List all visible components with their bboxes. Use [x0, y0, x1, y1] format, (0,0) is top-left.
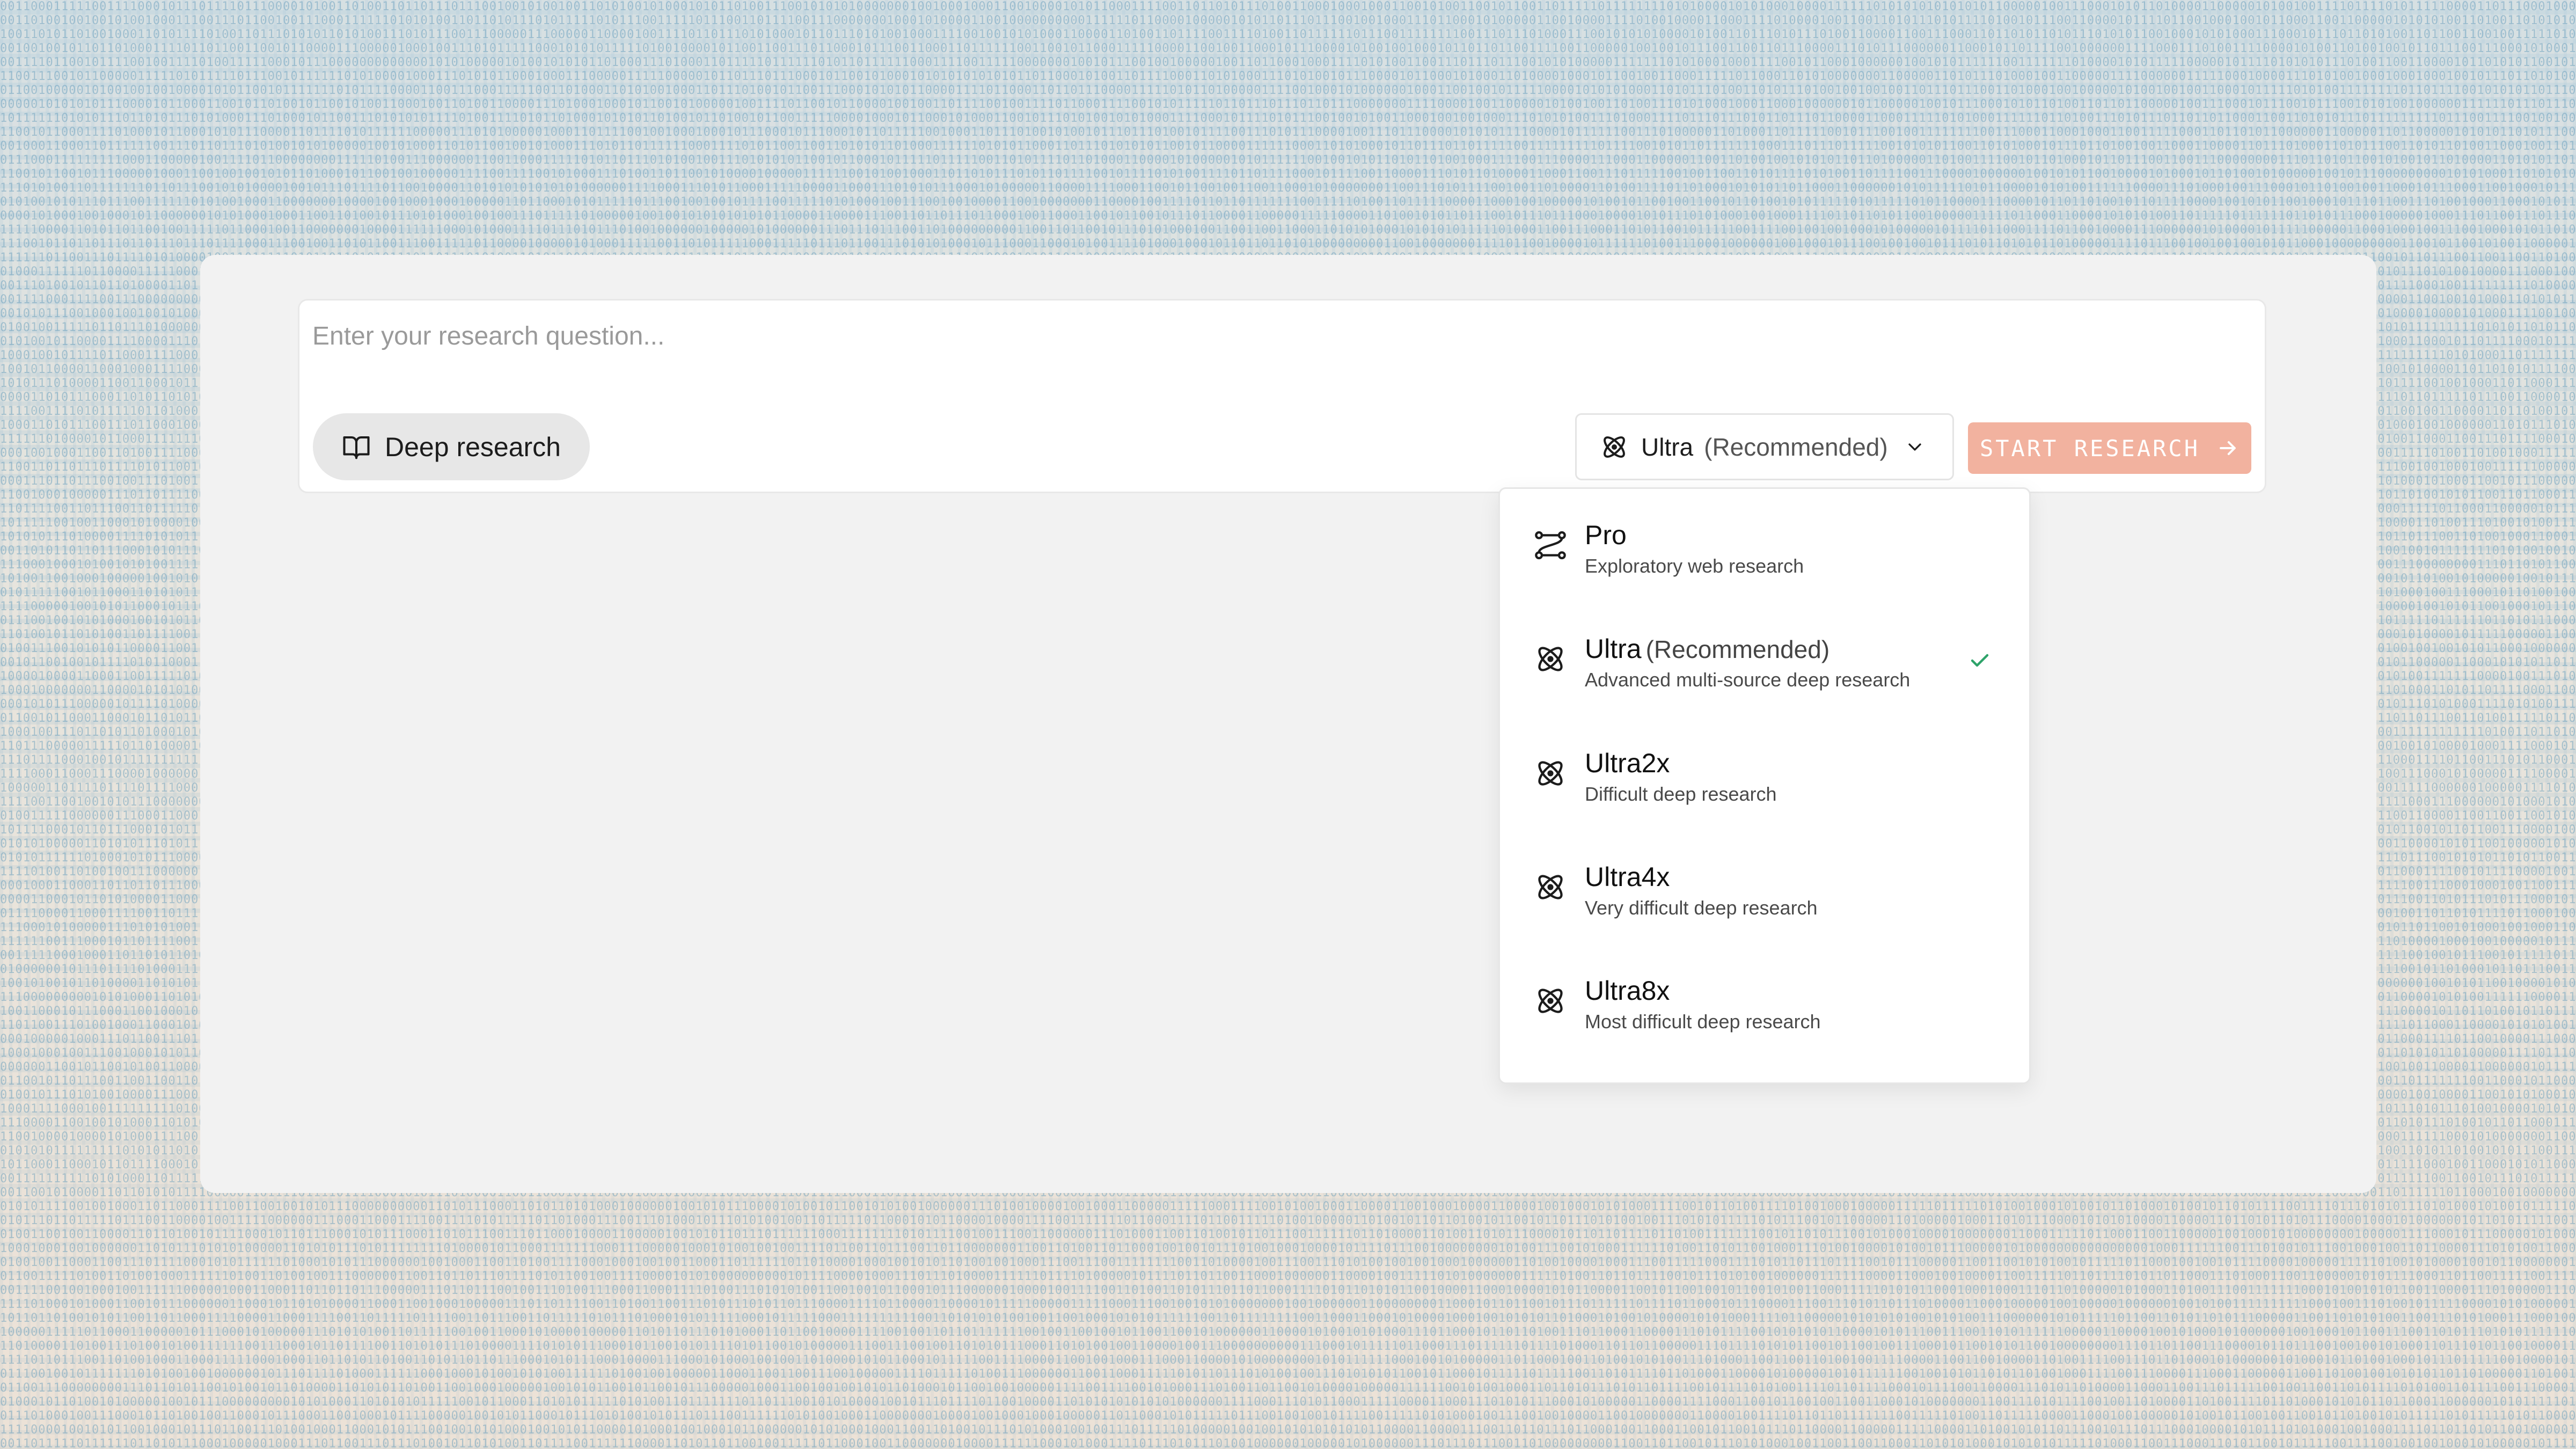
- model-option-description: Advanced multi-source deep research: [1585, 669, 1911, 691]
- research-composer: Deep research Ultra (Recommended) START …: [298, 299, 2266, 493]
- book-open-icon: [342, 433, 371, 462]
- arrow-right-icon: [2216, 436, 2240, 460]
- atom-icon: [1533, 984, 1568, 1018]
- model-option-ultra2x[interactable]: Ultra2x Difficult deep research: [1500, 720, 2029, 827]
- model-select[interactable]: Ultra (Recommended): [1575, 413, 1954, 480]
- model-option-name: Ultra2x: [1585, 748, 1670, 778]
- model-option-description: Exploratory web research: [1585, 555, 1804, 577]
- model-option-name: Ultra8x: [1585, 976, 1670, 1006]
- atom-icon: [1599, 432, 1629, 462]
- deep-research-button[interactable]: Deep research: [313, 413, 590, 480]
- model-option-ultra[interactable]: Ultra (Recommended) Advanced multi-source…: [1500, 605, 2029, 713]
- model-option-ultra8x[interactable]: Ultra8x Most difficult deep research: [1500, 947, 2029, 1055]
- selected-model-tag: (Recommended): [1704, 433, 1888, 461]
- atom-icon: [1533, 642, 1568, 676]
- selected-model-name: Ultra: [1641, 433, 1694, 461]
- model-option-name: Ultra4x: [1585, 862, 1670, 892]
- model-option-name: Pro: [1585, 520, 1627, 550]
- research-question-input[interactable]: [312, 314, 2244, 357]
- start-research-label: START RESEARCH: [1979, 435, 2200, 462]
- deep-research-label: Deep research: [385, 431, 561, 462]
- model-option-description: Most difficult deep research: [1585, 1011, 1821, 1033]
- model-option-pro[interactable]: Pro Exploratory web research: [1500, 492, 2029, 599]
- check-icon: [1967, 647, 1993, 673]
- atom-icon: [1533, 870, 1568, 904]
- model-dropdown-menu: Pro Exploratory web research Ultra (Recom…: [1498, 487, 2031, 1084]
- chevron-down-icon: [1904, 436, 1926, 458]
- model-option-description: Very difficult deep research: [1585, 897, 1818, 919]
- model-option-tag: (Recommended): [1645, 635, 1830, 663]
- model-option-ultra4x[interactable]: Ultra4x Very difficult deep research: [1500, 833, 2029, 941]
- atom-icon: [1533, 756, 1568, 791]
- start-research-button[interactable]: START RESEARCH: [1968, 422, 2251, 474]
- model-option-description: Difficult deep research: [1585, 783, 1777, 805]
- route-icon: [1533, 528, 1568, 562]
- model-option-name: Ultra: [1585, 634, 1642, 664]
